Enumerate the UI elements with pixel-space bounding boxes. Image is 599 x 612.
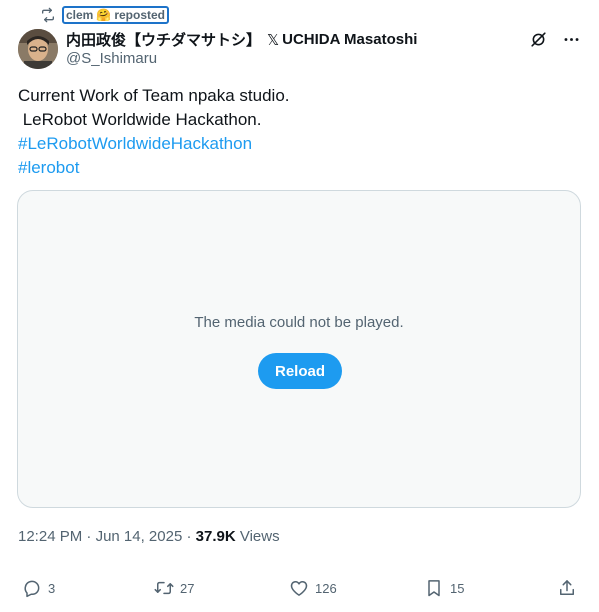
author-display-name: 内田政俊【ウチダマサトシ】 (66, 32, 262, 49)
reply-icon (24, 580, 40, 598)
meta-separator: · (82, 528, 96, 545)
repost-count: 27 (180, 580, 195, 596)
media-container: The media could not be played. Reload (17, 190, 581, 508)
author-name-row[interactable]: 内田政俊【ウチダマサトシ】 𝕏 UCHIDA Masatoshi (66, 29, 417, 50)
x-logo-icon: 𝕏 (267, 31, 280, 49)
avatar[interactable] (18, 29, 58, 69)
reposted-label: reposted (114, 8, 165, 22)
post-date[interactable]: Jun 14, 2025 (96, 528, 183, 545)
bookmark-count: 15 (450, 580, 465, 596)
post-time[interactable]: 12:24 PM (18, 528, 82, 545)
bookmark-icon (428, 580, 440, 597)
more-options-icon[interactable] (562, 30, 581, 49)
post-text: Current Work of Team npaka studio. LeRob… (18, 84, 578, 180)
post-top-actions (529, 30, 581, 49)
author-name-suffix: UCHIDA Masatoshi (282, 31, 418, 48)
like-count: 126 (315, 580, 337, 596)
reload-button[interactable]: Reload (258, 353, 342, 389)
bookmark-button[interactable]: 15 (424, 578, 464, 598)
views-count: 37.9K (195, 528, 236, 545)
reposter-name: clem (66, 8, 94, 22)
hashtag-link[interactable]: #LeRobotWorldwideHackathon (18, 132, 578, 156)
repost-action-icon (154, 581, 174, 595)
meta-separator: · (182, 528, 196, 545)
repost-header: clem 🤗 reposted (40, 6, 169, 24)
reply-count: 3 (48, 580, 56, 596)
hugging-face-emoji: 🤗 (96, 8, 112, 22)
reposter-link[interactable]: clem 🤗 reposted (62, 6, 169, 24)
views-label: Views (239, 528, 280, 545)
author-handle[interactable]: @S_Ishimaru (66, 50, 157, 67)
media-error-message: The media could not be played. (194, 314, 404, 331)
like-button[interactable]: 126 (289, 578, 337, 598)
reply-button[interactable]: 3 (22, 578, 55, 598)
heart-icon (290, 581, 308, 596)
post-meta: 12:24 PM · Jun 14, 2025 · 37.9K Views (18, 528, 280, 545)
share-button[interactable] (557, 578, 577, 598)
share-icon (560, 580, 574, 595)
avatar-image (18, 29, 58, 69)
grok-icon[interactable] (529, 30, 548, 49)
repost-icon (42, 7, 54, 23)
repost-button[interactable]: 27 (154, 578, 194, 598)
post-line: LeRobot Worldwide Hackathon. (18, 110, 262, 129)
hashtag-link[interactable]: #lerobot (18, 156, 578, 180)
post-line: Current Work of Team npaka studio. (18, 86, 290, 105)
